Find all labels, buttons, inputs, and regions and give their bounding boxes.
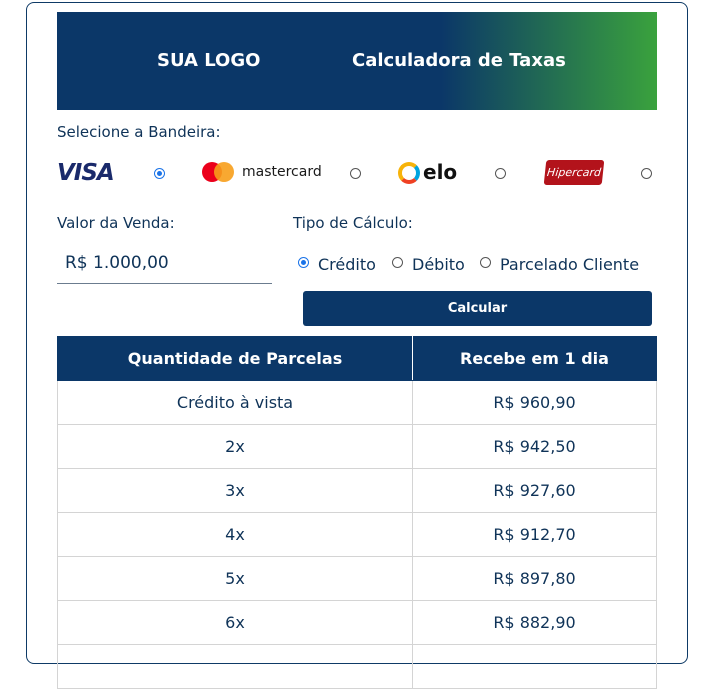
table-row: 6x R$ 882,90 xyxy=(57,600,657,645)
calculate-button[interactable]: Calcular xyxy=(303,291,652,326)
installments-cell: 6x xyxy=(57,600,413,645)
radio-parcelado-cliente[interactable] xyxy=(480,257,491,268)
brand-label: Selecione a Bandeira: xyxy=(57,123,221,141)
header-banner: SUA LOGO Calculadora de Taxas xyxy=(57,12,657,110)
mastercard-wordmark: mastercard xyxy=(242,164,322,180)
table-row: 2x R$ 942,50 xyxy=(57,424,657,469)
amount-cell: R$ 960,90 xyxy=(412,380,657,425)
results-table: Quantidade de Parcelas Recebe em 1 dia C… xyxy=(57,336,657,689)
table-row: 4x R$ 912,70 xyxy=(57,512,657,557)
amount-cell: R$ 897,80 xyxy=(412,556,657,601)
radio-visa[interactable] xyxy=(154,168,165,179)
installments-cell: 5x xyxy=(57,556,413,601)
header-installments: Quantidade de Parcelas xyxy=(57,336,413,381)
installments-cell: 3x xyxy=(57,468,413,513)
radio-credito[interactable] xyxy=(298,257,309,268)
calc-type-label: Tipo de Cálculo: xyxy=(293,214,413,232)
elo-wordmark: elo xyxy=(423,160,458,184)
table-row: 3x R$ 927,60 xyxy=(57,468,657,513)
installments-cell xyxy=(57,644,413,689)
visa-logo: VISA xyxy=(57,160,115,186)
radio-mastercard[interactable] xyxy=(350,168,361,179)
elo-ring-icon xyxy=(398,162,420,184)
radio-hipercard[interactable] xyxy=(641,168,652,179)
header-receive: Recebe em 1 dia xyxy=(412,336,657,381)
amount-cell: R$ 927,60 xyxy=(412,468,657,513)
amount-cell: R$ 882,90 xyxy=(412,600,657,645)
table-row xyxy=(57,644,657,689)
installments-cell: 2x xyxy=(57,424,413,469)
option-debito-label: Débito xyxy=(412,255,465,274)
radio-elo[interactable] xyxy=(495,168,506,179)
sale-value-label: Valor da Venda: xyxy=(57,214,175,232)
sale-value-input[interactable]: R$ 1.000,00 xyxy=(57,244,272,284)
radio-debito[interactable] xyxy=(392,257,403,268)
amount-cell xyxy=(412,644,657,689)
logo-placeholder: SUA LOGO xyxy=(157,50,261,71)
mastercard-orange-circle xyxy=(214,162,234,182)
hipercard-logo: Hipercard xyxy=(543,160,605,185)
table-header-row: Quantidade de Parcelas Recebe em 1 dia xyxy=(57,336,657,381)
installments-cell: Crédito à vista xyxy=(57,380,413,425)
option-credito-label: Crédito xyxy=(318,255,376,274)
amount-cell: R$ 942,50 xyxy=(412,424,657,469)
table-row: Crédito à vista R$ 960,90 xyxy=(57,380,657,425)
amount-cell: R$ 912,70 xyxy=(412,512,657,557)
table-row: 5x R$ 897,80 xyxy=(57,556,657,601)
installments-cell: 4x xyxy=(57,512,413,557)
option-parcelado-label: Parcelado Cliente xyxy=(500,255,640,274)
page-title: Calculadora de Taxas xyxy=(352,50,566,71)
